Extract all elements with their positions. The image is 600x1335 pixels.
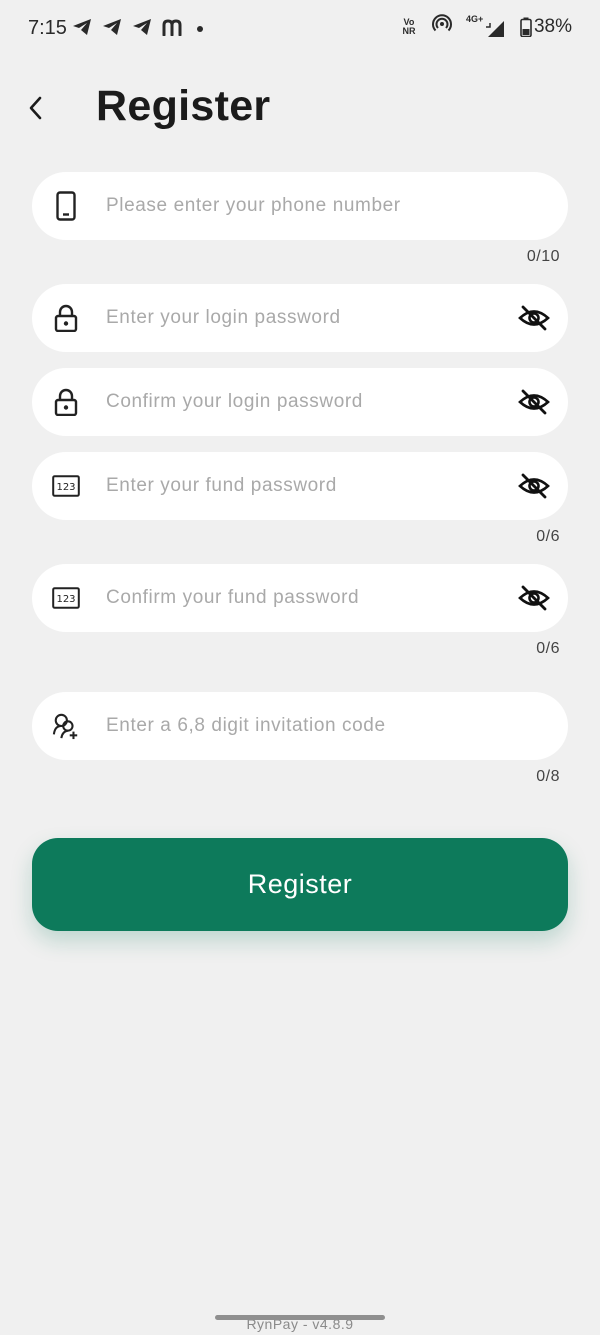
invitation-code-counter: 0/8	[536, 768, 560, 785]
status-right: Vo NR 4G+ 38%	[400, 14, 572, 39]
battery-percent: 38%	[533, 15, 572, 37]
chevron-left-icon	[29, 96, 42, 120]
signal-icon	[485, 20, 504, 37]
confirm-login-password-field[interactable]	[32, 368, 568, 436]
login-password-field[interactable]	[32, 284, 568, 352]
home-indicator[interactable]	[215, 1315, 385, 1320]
telegram-icon	[132, 18, 152, 41]
phone-field[interactable]	[32, 172, 568, 240]
phone-icon	[52, 191, 80, 221]
status-time: 7:15	[28, 17, 67, 39]
numeric-keypad-icon: 123	[52, 472, 80, 500]
invitation-code-input[interactable]	[106, 692, 486, 760]
confirm-fund-password-field[interactable]: 123	[32, 564, 568, 632]
page-title: Register	[96, 82, 271, 130]
add-user-icon	[52, 712, 80, 740]
telegram-icon	[102, 18, 122, 41]
numeric-keypad-icon-text: 123	[56, 482, 75, 493]
status-bar: 7:15 Vo NR 4G+ 38%	[0, 0, 600, 58]
fund-password-counter: 0/6	[536, 528, 560, 545]
battery-indicator: 38%	[520, 16, 572, 38]
cellular-signal: 4G+	[466, 14, 506, 39]
m-app-icon	[162, 18, 184, 41]
numeric-keypad-icon-text: 123	[56, 594, 75, 605]
invitation-code-field[interactable]	[32, 692, 568, 760]
confirm-fund-password-counter: 0/6	[536, 640, 560, 657]
battery-icon	[520, 17, 532, 37]
eye-off-icon[interactable]	[518, 472, 550, 500]
dot-icon	[194, 18, 206, 41]
phone-counter: 0/10	[526, 248, 560, 265]
register-button[interactable]: Register	[32, 838, 568, 931]
fund-password-input[interactable]	[106, 452, 486, 520]
lock-icon	[52, 304, 80, 332]
confirm-fund-password-input[interactable]	[106, 564, 486, 632]
notification-icons	[72, 18, 206, 41]
phone-input[interactable]	[106, 172, 486, 240]
confirm-login-password-input[interactable]	[106, 368, 486, 436]
hotspot-icon	[431, 14, 452, 39]
login-password-input[interactable]	[106, 284, 486, 352]
eye-off-icon[interactable]	[518, 304, 550, 332]
back-button[interactable]	[20, 90, 50, 126]
eye-off-icon[interactable]	[518, 584, 550, 612]
volte-bottom-label: NR	[402, 25, 416, 36]
volte-indicator: Vo NR	[400, 17, 418, 36]
numeric-keypad-icon: 123	[52, 584, 80, 612]
lock-icon	[52, 388, 80, 416]
fund-password-field[interactable]: 123	[32, 452, 568, 520]
eye-off-icon[interactable]	[518, 388, 550, 416]
telegram-icon	[72, 18, 92, 41]
